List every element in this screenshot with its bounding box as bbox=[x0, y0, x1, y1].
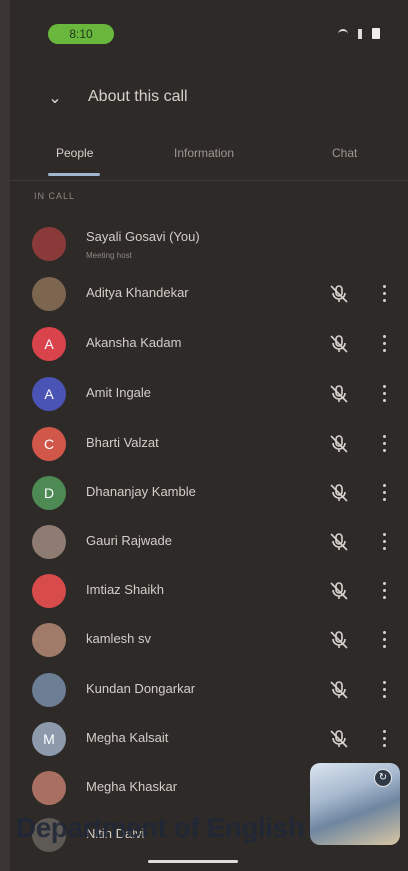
avatar bbox=[32, 673, 66, 707]
tab-information[interactable]: Information bbox=[174, 146, 234, 160]
participant-name: Megha Khaskar bbox=[86, 779, 178, 794]
mic-off-icon bbox=[330, 285, 348, 303]
participant-name: Bharti Valzat bbox=[86, 435, 159, 450]
battery-icon bbox=[372, 28, 380, 39]
more-options-icon[interactable] bbox=[378, 281, 390, 307]
participant-name: Kundan Dongarkar bbox=[86, 681, 196, 696]
mic-off-icon bbox=[330, 533, 348, 551]
call-details-screen: 8:10 ⌄ About this call People Informatio… bbox=[10, 0, 408, 871]
participant-row[interactable]: C Bharti Valzat bbox=[10, 421, 408, 467]
avatar: M bbox=[32, 722, 66, 756]
mic-off-icon bbox=[330, 435, 348, 453]
participant-row[interactable]: Aditya Khandekar bbox=[10, 271, 408, 317]
participant-name: Aditya Khandekar bbox=[86, 285, 189, 300]
status-time: 8:10 bbox=[48, 24, 114, 44]
tab-chat[interactable]: Chat bbox=[332, 146, 357, 160]
avatar bbox=[32, 525, 66, 559]
active-tab-indicator bbox=[48, 173, 100, 176]
avatar: A bbox=[32, 377, 66, 411]
participant-row[interactable]: A Akansha Kadam bbox=[10, 321, 408, 367]
avatar bbox=[32, 623, 66, 657]
wifi-icon bbox=[338, 28, 348, 39]
tab-people[interactable]: People bbox=[56, 146, 93, 160]
camera-switch-icon[interactable]: ↻ bbox=[374, 769, 392, 787]
participant-row[interactable]: M Megha Kalsait bbox=[10, 716, 408, 762]
mic-off-icon bbox=[330, 730, 348, 748]
more-options-icon[interactable] bbox=[378, 381, 390, 407]
participant-row[interactable]: Gauri Rajwade bbox=[10, 519, 408, 565]
participant-row[interactable]: D Dhananjay Kamble bbox=[10, 470, 408, 516]
avatar: A bbox=[32, 327, 66, 361]
avatar: D bbox=[32, 476, 66, 510]
page-title: About this call bbox=[88, 88, 188, 105]
avatar: C bbox=[32, 427, 66, 461]
avatar bbox=[32, 227, 66, 261]
avatar bbox=[32, 771, 66, 805]
status-icons bbox=[338, 28, 380, 39]
participant-subtitle: Meeting host bbox=[86, 251, 132, 260]
more-options-icon[interactable] bbox=[378, 529, 390, 555]
participant-name: Megha Kalsait bbox=[86, 730, 169, 745]
tab-bar: People Information Chat bbox=[10, 140, 408, 181]
participant-name: kamlesh sv bbox=[86, 631, 152, 646]
more-options-icon[interactable] bbox=[378, 726, 390, 752]
more-options-icon[interactable] bbox=[378, 627, 390, 653]
mic-off-icon bbox=[330, 681, 348, 699]
mic-off-icon bbox=[330, 335, 348, 353]
avatar bbox=[32, 574, 66, 608]
more-options-icon[interactable] bbox=[378, 677, 390, 703]
more-options-icon[interactable] bbox=[378, 578, 390, 604]
header: ⌄ About this call bbox=[10, 82, 408, 116]
participant-name: Imtiaz Shaikh bbox=[86, 582, 165, 597]
participant-name: Dhananjay Kamble bbox=[86, 484, 196, 499]
status-bar: 8:10 bbox=[10, 18, 408, 48]
avatar bbox=[32, 277, 66, 311]
participant-row[interactable]: Imtiaz Shaikh bbox=[10, 568, 408, 614]
more-options-icon[interactable] bbox=[378, 480, 390, 506]
more-options-icon[interactable] bbox=[378, 431, 390, 457]
mic-off-icon bbox=[330, 484, 348, 502]
mic-off-icon bbox=[330, 582, 348, 600]
participant-row[interactable]: Sayali Gosavi (You) Meeting host bbox=[10, 221, 408, 267]
mic-off-icon bbox=[330, 631, 348, 649]
more-options-icon[interactable] bbox=[378, 331, 390, 357]
participant-name: Gauri Rajwade bbox=[86, 533, 172, 548]
participant-name: Amit Ingale bbox=[86, 385, 152, 400]
chevron-down-icon[interactable]: ⌄ bbox=[44, 88, 66, 110]
watermark: Department of English bbox=[16, 812, 305, 843]
gesture-bar bbox=[148, 860, 238, 863]
participant-row[interactable]: kamlesh sv bbox=[10, 617, 408, 663]
mic-off-icon bbox=[330, 385, 348, 403]
self-video-preview[interactable]: ↻ bbox=[310, 763, 400, 845]
participant-name: Akansha Kadam bbox=[86, 335, 182, 350]
participant-name: Sayali Gosavi (You) bbox=[86, 229, 200, 244]
section-label: IN CALL bbox=[34, 191, 76, 201]
participant-row[interactable]: Kundan Dongarkar bbox=[10, 667, 408, 713]
participant-row[interactable]: A Amit Ingale bbox=[10, 371, 408, 417]
signal-icon bbox=[358, 28, 362, 39]
